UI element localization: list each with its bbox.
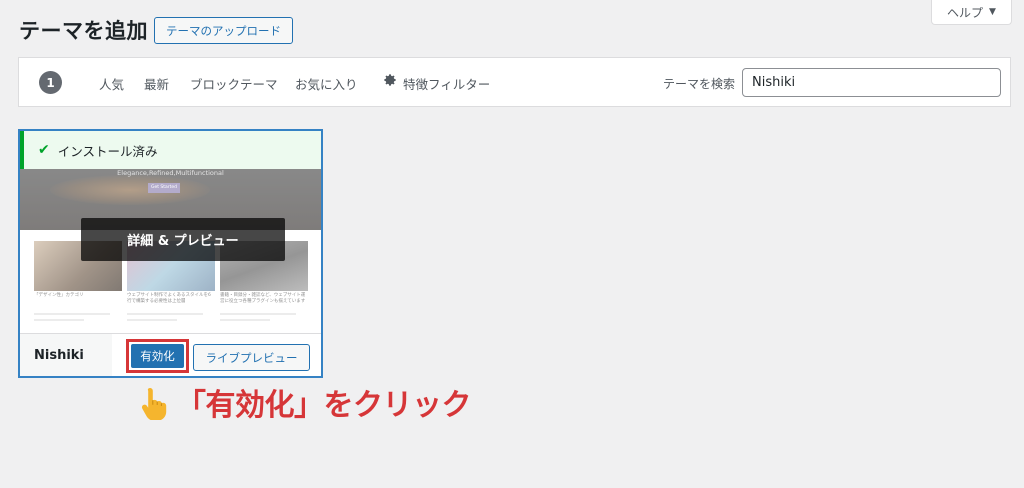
pointing-hand-icon	[141, 388, 167, 420]
theme-name: Nishiki	[20, 334, 112, 376]
details-preview-button[interactable]: 詳細 & プレビュー	[81, 218, 285, 261]
checkmark-icon: ✔	[38, 142, 50, 158]
filter-bar: 1 人気 最新 ブロックテーマ お気に入り 特徴フィルター テーマを検索	[18, 57, 1011, 107]
feature-filter-button[interactable]: 特徴フィルター	[403, 74, 490, 93]
upload-theme-button[interactable]: テーマのアップロード	[154, 17, 293, 44]
annotation-text: 「有効化」をクリック	[176, 388, 472, 423]
gear-icon	[384, 74, 396, 86]
activate-highlight-box: 有効化	[126, 339, 189, 373]
theme-card[interactable]: ✔ インストール済み Elegance,Refined,Multifunctio…	[18, 129, 323, 378]
caret-down-icon: ▼	[989, 7, 996, 17]
activate-button[interactable]: 有効化	[131, 344, 184, 368]
theme-search-input[interactable]	[742, 68, 1001, 97]
installed-label: インストール済み	[57, 143, 158, 159]
theme-screenshot[interactable]: Elegance,Refined,Multifunctional Get Sta…	[20, 169, 321, 333]
theme-card-footer: Nishiki 有効化 ライブプレビュー	[20, 333, 321, 376]
instruction-annotation: 「有効化」をクリック	[136, 381, 472, 423]
filter-favorites[interactable]: お気に入り	[295, 74, 358, 93]
filter-latest[interactable]: 最新	[144, 74, 169, 93]
live-preview-button[interactable]: ライブプレビュー	[193, 344, 310, 371]
search-label: テーマを検索	[663, 77, 736, 91]
help-label: ヘルプ	[947, 5, 984, 20]
installed-notice: ✔ インストール済み	[20, 131, 321, 169]
page-title: テーマを追加	[19, 19, 148, 43]
help-tab[interactable]: ヘルプ ▼	[931, 0, 1012, 25]
filter-popular[interactable]: 人気	[99, 74, 124, 93]
filter-block-themes[interactable]: ブロックテーマ	[190, 74, 278, 93]
theme-count-badge: 1	[39, 71, 62, 94]
